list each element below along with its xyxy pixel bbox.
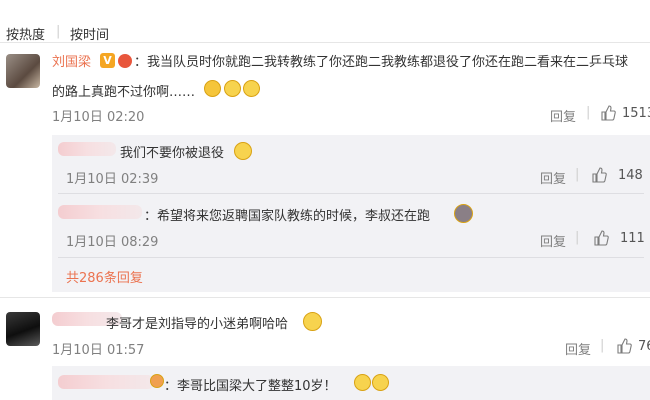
comment-text: 李哥才是刘指导的小迷弟啊哈哈	[106, 317, 289, 332]
reply-text: 我们不要你被退役	[120, 146, 225, 161]
emoji-icon	[372, 374, 389, 391]
comment-time: 1月10日 01:57	[52, 343, 145, 358]
like-count: 111	[620, 231, 645, 246]
like-icon[interactable]	[591, 167, 607, 183]
avatar[interactable]	[6, 54, 40, 88]
like-count: 1513	[622, 106, 650, 121]
reply-divider	[58, 193, 644, 194]
badge-icon	[118, 54, 132, 68]
emoji-laughing-icon	[303, 312, 322, 331]
comment-text-line2: 的路上真跑不过你啊……	[52, 85, 196, 100]
reply-time: 1月10日 02:39	[66, 172, 159, 187]
emoji-icon	[204, 80, 221, 97]
comment-text: ：我当队员时你就跑二我转教练了你还跑二我教练都退役了你还在跑二看来在二乒乓球	[134, 55, 629, 70]
emoji-icon	[454, 204, 473, 223]
reply-username-blurred[interactable]	[58, 205, 142, 219]
verified-v-icon: V	[100, 53, 115, 68]
reply-button[interactable]: 回复	[540, 231, 566, 250]
emoji-crying-icon	[243, 80, 260, 97]
like-count: 148	[618, 168, 643, 183]
more-replies-link[interactable]: 共286条回复	[66, 267, 143, 286]
reply-button[interactable]: 回复	[565, 339, 591, 358]
like-icon[interactable]	[593, 230, 609, 246]
header-divider	[0, 42, 650, 43]
separator: |	[575, 230, 580, 245]
reply-button[interactable]: 回复	[540, 168, 566, 187]
tab-sort-time[interactable]: 按时间	[70, 24, 109, 43]
like-icon[interactable]	[616, 338, 632, 354]
reply-time: 1月10日 08:29	[66, 235, 159, 250]
separator: |	[575, 167, 580, 182]
like-icon[interactable]	[600, 105, 616, 121]
emoji-icon	[234, 142, 252, 160]
comment-divider	[0, 297, 650, 298]
emoji-crying-icon	[224, 80, 241, 97]
comment-time: 1月10日 02:20	[52, 110, 145, 125]
like-count: 76	[638, 339, 650, 354]
tab-separator: |	[56, 24, 61, 39]
reply-username-blurred[interactable]	[58, 142, 116, 156]
reply-text: ：李哥比国梁大了整整10岁！	[164, 379, 337, 394]
separator: |	[586, 105, 591, 120]
reply-button[interactable]: 回复	[550, 106, 576, 125]
emoji-icon	[354, 374, 371, 391]
tab-sort-hot[interactable]: 按热度	[6, 24, 45, 43]
reply-text: ：希望将来您返聘国家队教练的时候，李叔还在跑	[144, 209, 431, 224]
avatar[interactable]	[6, 312, 40, 346]
badge-icon	[150, 374, 164, 388]
reply-username-blurred[interactable]	[58, 375, 154, 389]
reply-divider	[58, 257, 644, 258]
separator: |	[600, 338, 605, 353]
comment-username[interactable]: 刘国梁	[52, 51, 91, 70]
